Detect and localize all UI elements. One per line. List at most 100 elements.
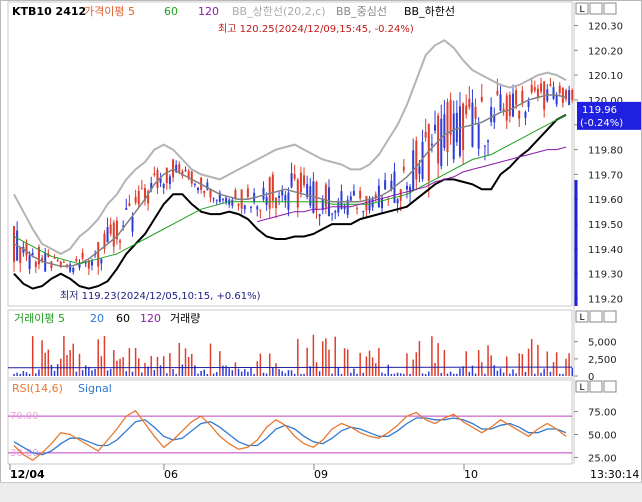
candle-body <box>424 131 427 138</box>
candle-body <box>530 85 533 93</box>
candle-body <box>56 260 59 262</box>
bb-upper-line <box>13 39 567 256</box>
panel-menu-button[interactable] <box>603 310 617 323</box>
candle-body <box>405 185 408 190</box>
rsi-tick-label: 50.00 <box>588 431 617 442</box>
candle-body <box>287 192 290 210</box>
candle-body <box>197 187 199 191</box>
candle-body <box>234 190 237 199</box>
candle-body <box>125 207 128 210</box>
candle-body <box>455 112 458 143</box>
candle-body <box>418 166 421 174</box>
candle-body <box>452 113 455 160</box>
candle-body <box>265 196 268 205</box>
candle-body <box>515 90 518 105</box>
candle-body <box>480 96 483 102</box>
candle-body <box>446 101 449 153</box>
chart-window: { "theme": {"up": "#e03c2c", "down": "#2… <box>0 0 642 502</box>
candle-body <box>75 258 78 262</box>
candle-body <box>490 106 493 123</box>
panel-menu-button[interactable] <box>603 2 617 15</box>
candle-body <box>518 110 521 119</box>
candle-body <box>31 252 34 255</box>
price-tick-label: 119.40 <box>588 245 623 256</box>
candle-body <box>349 196 352 201</box>
candle-body <box>527 101 530 107</box>
candle-body <box>172 159 175 178</box>
candle-body <box>243 205 246 210</box>
candle-body <box>28 255 31 270</box>
volume-ma-line <box>7 366 573 369</box>
candle-body <box>415 140 418 180</box>
candle-body <box>278 195 281 199</box>
candle-body <box>552 87 555 99</box>
candle-body <box>256 206 259 210</box>
candle-body <box>359 190 362 199</box>
candle-body <box>53 257 56 259</box>
candle-body <box>321 199 324 210</box>
candle-body <box>271 174 274 201</box>
legend-bb-lower: BB_하한선 <box>404 4 455 18</box>
x-axis-label: 12/04 <box>10 468 45 481</box>
candle-body <box>474 106 477 119</box>
candle-body <box>72 267 75 273</box>
candle-body <box>561 87 564 104</box>
candle-body <box>362 211 365 213</box>
price-tick-label: 120.10 <box>588 71 623 82</box>
panel-menu-button[interactable] <box>603 380 617 393</box>
panel-menu-button[interactable] <box>589 2 603 15</box>
legend-signal: Signal <box>78 382 112 395</box>
candle-body <box>246 188 249 197</box>
price-tick-label: 120.20 <box>588 46 623 57</box>
x-axis-label: 06 <box>164 468 178 481</box>
candle-body <box>324 184 327 208</box>
panel-menu-label: L <box>579 313 584 323</box>
bb-mid-line <box>13 94 567 268</box>
candle-body <box>293 174 296 179</box>
panel-menu-button[interactable] <box>589 380 603 393</box>
candle-body <box>396 199 399 204</box>
candle-body <box>131 216 134 232</box>
candle-body <box>193 184 196 186</box>
chart-canvas[interactable]: 120.30120.20120.10120.00119.90119.80119.… <box>0 0 642 501</box>
last-price-value: 119.96 <box>582 105 617 116</box>
candle-body <box>465 105 468 115</box>
candle-body <box>568 90 571 106</box>
volume-tick-label: 2,500 <box>588 355 617 366</box>
legend-vol-ma60: 60 <box>116 312 130 325</box>
candle-body <box>259 209 262 211</box>
candle-body <box>134 196 137 203</box>
candle-body <box>499 94 502 111</box>
candle-body <box>381 197 383 209</box>
panel-menu-button[interactable] <box>589 310 603 323</box>
candle-body <box>106 227 109 243</box>
candle-body <box>62 261 65 263</box>
candle-body <box>511 93 514 117</box>
candle-body <box>231 199 234 206</box>
price-tick-label: 119.60 <box>588 195 623 206</box>
candle-body <box>250 206 253 208</box>
candle-body <box>112 222 115 247</box>
candle-body <box>97 241 100 267</box>
candle-body <box>549 83 552 86</box>
candle-body <box>128 203 131 206</box>
candle-body <box>505 95 508 121</box>
candle-body <box>178 164 181 172</box>
low-annotation: 최저 119.23(2024/12/05,10:15, +0.61%) <box>60 290 261 302</box>
candle-body <box>184 170 187 172</box>
legend-ma5: 가격이평 5 <box>84 5 135 18</box>
candle-body <box>25 242 28 256</box>
chart-title: KTB10 2412 <box>12 5 86 18</box>
candle-body <box>274 198 277 209</box>
candle-body <box>331 213 334 215</box>
candle-body <box>156 170 159 188</box>
rsi-tick-label: 75.00 <box>588 408 617 419</box>
price-tick-label: 119.20 <box>588 295 623 306</box>
candle-body <box>508 94 511 116</box>
high-annotation: 최고 120.25(2024/12/09,15:45, -0.24%) <box>218 23 414 35</box>
price-tick-label: 119.70 <box>588 170 623 181</box>
rsi-signal-line <box>13 417 567 456</box>
candle-body <box>215 199 218 201</box>
candle-body <box>334 211 337 213</box>
candle-body <box>368 199 371 211</box>
